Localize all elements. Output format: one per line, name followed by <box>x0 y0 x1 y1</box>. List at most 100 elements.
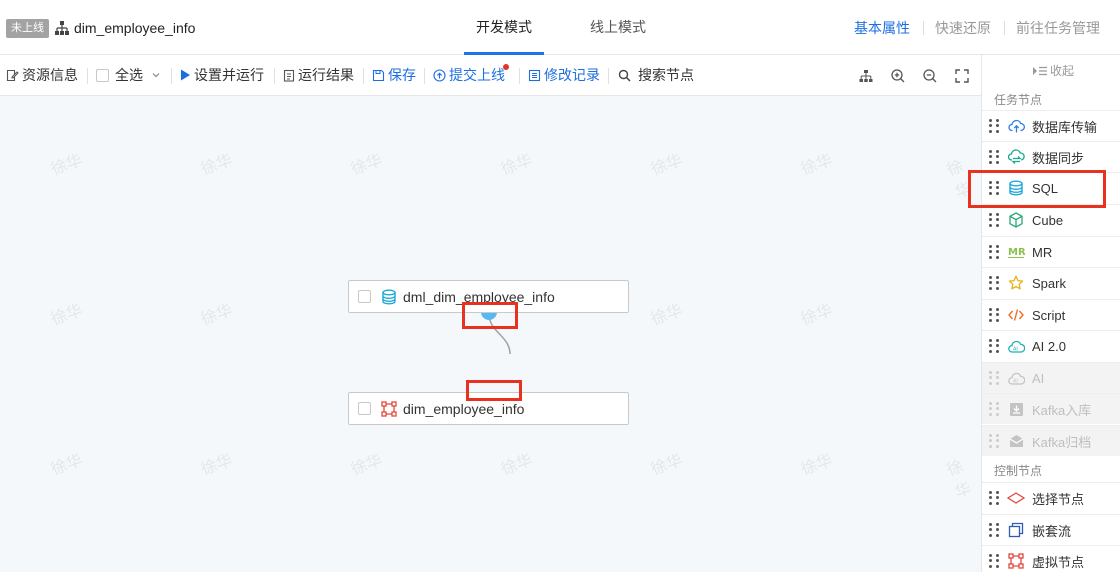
clipboard-icon <box>283 69 295 82</box>
tab-dev-mode[interactable]: 开发模式 <box>476 18 532 36</box>
search-node-label: 搜索节点 <box>638 67 694 83</box>
palette-item-nested-flow[interactable]: 嵌套流 <box>982 514 1120 545</box>
virtual-node-icon <box>1007 552 1025 570</box>
node-checkbox[interactable] <box>358 402 371 415</box>
flow-canvas[interactable]: 徐华 徐华 徐华 徐华 徐华 徐华 徐华 徐华 徐华 徐华 徐华 徐华 徐华 徐… <box>0 96 981 572</box>
control-nodes-section-title: 控制节点 <box>994 464 1043 478</box>
org-chart-icon[interactable] <box>858 68 874 84</box>
quick-restore-link[interactable]: 快速还原 <box>935 19 991 37</box>
submit-online-button[interactable]: 提交上线 <box>433 64 509 84</box>
modify-record-label: 修改记录 <box>544 67 600 83</box>
chevron-down-icon <box>152 73 160 78</box>
set-and-run-label: 设置并运行 <box>194 67 264 83</box>
ai-cloud-icon: AI <box>1007 337 1025 355</box>
drag-handle-icon[interactable] <box>989 523 999 537</box>
nested-flow-icon <box>1007 521 1025 539</box>
drag-handle-icon <box>989 371 999 385</box>
run-result-button[interactable]: 运行结果 <box>283 66 354 84</box>
drag-handle-icon[interactable] <box>989 119 999 133</box>
collapse-panel-button[interactable]: 收起 <box>1032 62 1074 79</box>
database-icon <box>382 289 396 305</box>
palette-item-label: 数据库传输 <box>1032 119 1098 135</box>
submit-online-label: 提交上线 <box>449 67 505 83</box>
palette-item-label: 嵌套流 <box>1032 523 1072 539</box>
task-management-link[interactable]: 前往任务管理 <box>1016 19 1100 37</box>
palette-item-choice-node[interactable]: 选择节点 <box>982 482 1120 513</box>
code-icon <box>1007 306 1025 324</box>
palette-item-label: AI 2.0 <box>1032 338 1066 354</box>
upload-cloud-icon <box>1007 117 1025 135</box>
basic-props-link[interactable]: 基本属性 <box>854 19 910 37</box>
drag-handle-icon <box>989 434 999 448</box>
drag-handle-icon[interactable] <box>989 245 999 259</box>
palette-item-ai2[interactable]: AI AI 2.0 <box>982 330 1120 361</box>
highlight-box-output-port <box>462 302 518 329</box>
node-palette-panel: 收起 任务节点 数据库传输 数据同步 SQL Cube MR MR Spark … <box>968 55 1120 572</box>
status-badge: 未上线 <box>6 19 49 38</box>
drag-handle-icon[interactable] <box>989 276 999 290</box>
drag-handle-icon[interactable] <box>989 339 999 353</box>
submit-online-label-wrap: 提交上线 <box>449 64 509 84</box>
node-label: dim_employee_info <box>403 400 525 417</box>
zoom-out-icon[interactable] <box>922 68 938 84</box>
edge-layer <box>481 312 511 355</box>
set-and-run-button[interactable]: 设置并运行 <box>180 66 264 84</box>
fullscreen-icon[interactable] <box>954 68 970 84</box>
tab-online-mode[interactable]: 线上模式 <box>590 18 646 36</box>
mr-icon: MR <box>1007 243 1025 261</box>
search-node-button[interactable]: 搜索节点 <box>618 66 694 84</box>
divider <box>519 68 520 84</box>
modify-record-button[interactable]: 修改记录 <box>528 66 600 84</box>
palette-item-spark[interactable]: Spark <box>982 267 1120 298</box>
divider <box>1004 21 1005 35</box>
resource-info-button[interactable]: 资源信息 <box>6 66 78 84</box>
palette-item-kafka-archive: Kafka归档 <box>982 425 1120 456</box>
select-all-label: 全选 <box>115 67 143 83</box>
divider <box>424 68 425 84</box>
kafka-import-icon <box>1007 400 1025 418</box>
node-checkbox[interactable] <box>358 290 371 303</box>
palette-item-ai: AI AI <box>982 362 1120 393</box>
drag-handle-icon[interactable] <box>989 308 999 322</box>
kafka-archive-icon <box>1007 432 1025 450</box>
divider <box>363 68 364 84</box>
play-icon <box>181 69 190 81</box>
palette-item-label: 选择节点 <box>1032 491 1085 507</box>
palette-item-mr[interactable]: MR MR <box>982 236 1120 267</box>
edit-doc-icon <box>6 69 19 81</box>
divider <box>923 21 924 35</box>
palette-item-db-transfer[interactable]: 数据库传输 <box>982 110 1120 141</box>
drag-handle-icon[interactable] <box>989 491 999 505</box>
divider <box>171 68 172 84</box>
sync-cloud-icon <box>1007 148 1025 166</box>
toolbar: 资源信息 全选 设置并运行 运行结果 保存 提交上线 修改记录 搜索节点 <box>0 55 981 96</box>
run-result-label: 运行结果 <box>298 67 354 83</box>
highlight-box-sql <box>968 170 1106 208</box>
svg-text:MR: MR <box>1008 247 1025 258</box>
save-icon <box>372 69 385 81</box>
palette-item-kafka-import: Kafka入库 <box>982 393 1120 424</box>
palette-item-script[interactable]: Script <box>982 299 1120 330</box>
save-button[interactable]: 保存 <box>372 66 416 84</box>
drag-handle-icon[interactable] <box>989 150 999 164</box>
palette-item-label: Cube <box>1032 212 1064 228</box>
palette-item-label: 数据同步 <box>1032 150 1085 166</box>
cube-icon <box>1007 211 1025 229</box>
list-doc-icon <box>528 69 541 81</box>
select-all-dropdown[interactable]: 全选 <box>96 66 165 84</box>
drag-handle-icon[interactable] <box>989 554 999 568</box>
zoom-in-icon[interactable] <box>890 68 906 84</box>
palette-item-cube[interactable]: Cube <box>982 204 1120 235</box>
palette-item-virtual-node[interactable]: 虚拟节点 <box>982 545 1120 572</box>
ai-cloud-icon: AI <box>1007 369 1025 387</box>
org-chart-icon <box>55 21 69 35</box>
palette-item-label: Script <box>1032 307 1066 323</box>
drag-handle-icon[interactable] <box>989 213 999 227</box>
flow-name: dim_employee_info <box>74 20 196 36</box>
notification-dot <box>503 64 509 70</box>
palette-item-data-sync[interactable]: 数据同步 <box>982 141 1120 172</box>
select-all-checkbox[interactable] <box>96 68 109 82</box>
search-icon <box>618 69 631 82</box>
save-label: 保存 <box>388 67 416 83</box>
palette-item-label: Spark <box>1032 275 1066 291</box>
